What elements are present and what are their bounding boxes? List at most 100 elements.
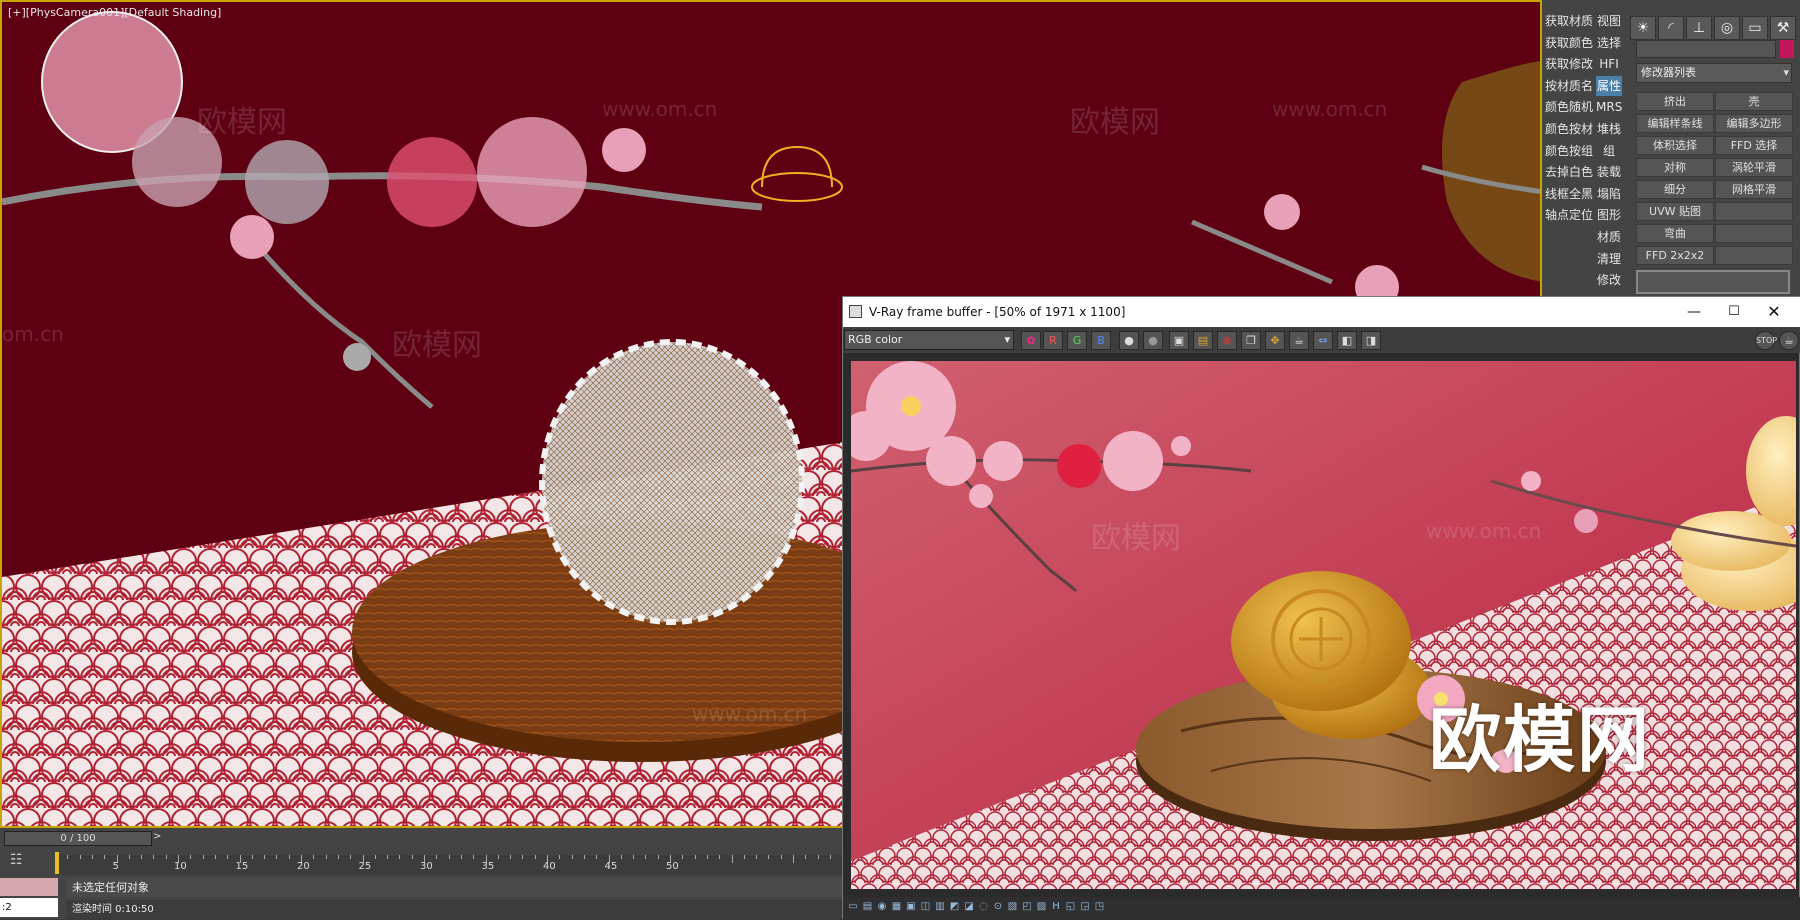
color-picker-icon[interactable]: ✿	[1021, 331, 1041, 350]
vfb-bottom-tool-icon[interactable]: ▨	[1036, 901, 1048, 915]
frame-ruler[interactable]: 5 10 15 20 25 30 35 40 45 50	[55, 855, 842, 875]
script-button[interactable]: 属性	[1596, 75, 1622, 96]
lens-effects-icon[interactable]: ⇔	[1313, 331, 1333, 350]
script-button[interactable]: 去掉白色	[1544, 162, 1594, 182]
vfb-bottom-tool-icon[interactable]: ◩	[949, 901, 961, 915]
vfb-bottom-tool-icon[interactable]: ▭	[847, 901, 859, 915]
modifier-button[interactable]: FFD 选择	[1715, 136, 1793, 155]
vfb-bottom-tool-icon[interactable]: ▤	[862, 901, 874, 915]
vfb-bottom-tool-icon[interactable]: ◫	[920, 901, 932, 915]
blue-channel-button[interactable]: B	[1091, 331, 1111, 350]
display-tab-icon[interactable]: ▭	[1742, 16, 1768, 40]
modifier-button[interactable]: 网格平滑	[1715, 180, 1793, 199]
listener-pink-field[interactable]	[0, 878, 58, 896]
script-button[interactable]: 视图	[1596, 11, 1622, 31]
script-button[interactable]: 选择	[1596, 33, 1622, 53]
frame-tick	[682, 855, 684, 859]
vfb-bottom-tool-icon[interactable]: ◰	[1021, 901, 1033, 915]
save-icon[interactable]: ▣	[1169, 331, 1189, 350]
compare-a-icon[interactable]: ◧	[1337, 331, 1357, 350]
modify-tab-icon[interactable]: ◜	[1658, 16, 1684, 40]
teapot-render-icon[interactable]: ☕	[1779, 331, 1799, 350]
script-button[interactable]: HFI	[1596, 54, 1622, 74]
viewport-label[interactable]: [+][PhysCamera001][Default Shading]	[8, 6, 221, 19]
modifier-button[interactable]: 弯曲	[1636, 224, 1714, 243]
script-button[interactable]: 颜色按组	[1544, 141, 1594, 161]
vfb-bottom-tool-icon[interactable]: ▣	[905, 901, 917, 915]
modifier-button[interactable]: 体积选择	[1636, 136, 1714, 155]
script-button[interactable]: 获取修改	[1544, 54, 1594, 74]
vfb-bottom-tool-icon[interactable]: ◌	[978, 901, 990, 915]
create-tab-icon[interactable]: ☀	[1630, 16, 1656, 40]
modifier-button[interactable]: 挤出	[1636, 92, 1714, 111]
script-button[interactable]: 按材质名	[1544, 76, 1594, 96]
script-button[interactable]: MRS	[1596, 97, 1622, 117]
minimize-icon[interactable]: —	[1679, 297, 1709, 327]
script-button[interactable]: 塌陷	[1596, 184, 1622, 204]
script-button[interactable]: 装载	[1596, 162, 1622, 182]
region-render-icon[interactable]: ✥	[1265, 331, 1285, 350]
modifier-button[interactable]: 涡轮平滑	[1715, 158, 1793, 177]
modifier-button[interactable]: 壳	[1715, 92, 1793, 111]
hierarchy-tab-icon[interactable]: ⊥	[1686, 16, 1712, 40]
vfb-title-bar[interactable]: V-Ray frame buffer - [50% of 1971 x 1100…	[843, 297, 1800, 327]
track-bar-icon[interactable]: ☷	[10, 852, 38, 872]
time-slider[interactable]: 0 / 100	[4, 831, 152, 846]
vfb-bottom-tool-icon[interactable]: ⊙	[992, 901, 1004, 915]
script-button[interactable]: 图形	[1596, 205, 1622, 225]
teapot-icon[interactable]: ☕	[1289, 331, 1309, 350]
script-button[interactable]: 获取材质	[1544, 11, 1594, 31]
green-channel-button[interactable]: G	[1067, 331, 1087, 350]
modifier-button[interactable]	[1715, 246, 1793, 265]
vfb-bottom-tool-icon[interactable]: ◪	[963, 901, 975, 915]
vfb-bottom-tool-icon[interactable]: ▦	[891, 901, 903, 915]
vray-frame-buffer-window[interactable]: V-Ray frame buffer - [50% of 1971 x 1100…	[842, 296, 1800, 920]
modifier-button[interactable]	[1715, 202, 1793, 221]
modifier-button[interactable]: 编辑多边形	[1715, 114, 1793, 133]
close-icon[interactable]: ✕	[1759, 297, 1789, 327]
vfb-bottom-tool-icon[interactable]: ▧	[1007, 901, 1019, 915]
vfb-bottom-tool-icon[interactable]: H	[1050, 901, 1062, 915]
vfb-bottom-tool-icon[interactable]: ◳	[1094, 901, 1106, 915]
current-frame-marker[interactable]	[55, 852, 59, 874]
vfb-bottom-tool-icon[interactable]: ◉	[876, 901, 888, 915]
modifier-list-dropdown[interactable]: 修改器列表 ▾	[1636, 63, 1792, 83]
utilities-tab-icon[interactable]: ⚒	[1770, 16, 1796, 40]
script-button[interactable]: 颜色按材	[1544, 119, 1594, 139]
modifier-button[interactable]: 对称	[1636, 158, 1714, 177]
modifier-button[interactable]: 编辑样条线	[1636, 114, 1714, 133]
duplicate-icon[interactable]: ❐	[1241, 331, 1261, 350]
red-channel-button[interactable]: R	[1043, 331, 1063, 350]
white-circle-icon[interactable]: ●	[1119, 331, 1139, 350]
maximize-icon[interactable]: ☐	[1719, 297, 1749, 327]
frame-tick	[793, 855, 794, 863]
modifier-button[interactable]	[1715, 224, 1793, 243]
motion-tab-icon[interactable]: ◎	[1714, 16, 1740, 40]
script-button[interactable]: 修改	[1596, 270, 1622, 290]
object-name-field[interactable]	[1636, 40, 1776, 58]
next-frame-icon[interactable]: >	[153, 831, 165, 846]
coord-spinner[interactable]: :2	[0, 898, 58, 917]
vfb-bottom-tool-icon[interactable]: ◱	[1065, 901, 1077, 915]
folder-icon[interactable]: ▤	[1193, 331, 1213, 350]
modifier-button[interactable]: UVW 贴图	[1636, 202, 1714, 221]
stop-icon[interactable]: STOP	[1755, 331, 1777, 350]
clear-icon[interactable]: ⊗	[1217, 331, 1237, 350]
vfb-bottom-tool-icon[interactable]: ▥	[934, 901, 946, 915]
object-color-swatch[interactable]	[1780, 40, 1794, 58]
channel-select[interactable]: RGB color ▾	[844, 330, 1014, 350]
modifier-stack-panel[interactable]	[1636, 270, 1790, 294]
script-button[interactable]: 材质	[1596, 227, 1622, 247]
compare-b-icon[interactable]: ◨	[1361, 331, 1381, 350]
script-button[interactable]: 轴点定位	[1544, 205, 1594, 225]
modifier-button[interactable]: FFD 2x2x2	[1636, 246, 1714, 265]
script-button[interactable]: 堆栈	[1596, 119, 1622, 139]
script-button[interactable]: 线框全黑	[1544, 184, 1594, 204]
vfb-bottom-tool-icon[interactable]: ◲	[1079, 901, 1091, 915]
script-button[interactable]: 颜色随机	[1544, 97, 1594, 117]
modifier-button[interactable]: 细分	[1636, 180, 1714, 199]
script-button[interactable]: 获取颜色	[1544, 33, 1594, 53]
gray-circle-icon[interactable]: ●	[1143, 331, 1163, 350]
script-button[interactable]: 组	[1596, 141, 1622, 161]
script-button[interactable]: 清理	[1596, 249, 1622, 269]
